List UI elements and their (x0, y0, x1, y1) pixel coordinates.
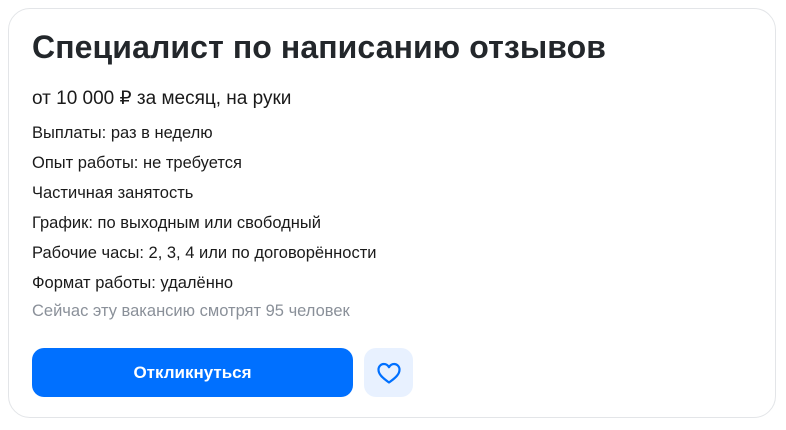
detail-employment: Частичная занятость (32, 184, 194, 202)
vacancy-salary: от 10 000 ₽ за месяц, на руки (32, 88, 292, 109)
heart-outline-icon (376, 361, 402, 385)
detail-schedule: График: по выходным или свободный (32, 214, 321, 232)
detail-working-hours: Рабочие часы: 2, 3, 4 или по договорённо… (32, 244, 377, 262)
vacancy-details-list: Выплаты: раз в неделю Опыт работы: не тр… (32, 122, 377, 302)
apply-button[interactable]: Откликнуться (32, 348, 353, 397)
detail-payments: Выплаты: раз в неделю (32, 124, 213, 142)
vacancy-card: Специалист по написанию отзывов от 10 00… (8, 8, 776, 418)
favorite-button[interactable] (364, 348, 413, 397)
viewers-count-text: Сейчас эту вакансию смотрят 95 человек (32, 302, 350, 320)
vacancy-title[interactable]: Специалист по написанию отзывов (32, 29, 606, 66)
detail-work-format: Формат работы: удалённо (32, 274, 234, 292)
detail-experience: Опыт работы: не требуется (32, 154, 242, 172)
